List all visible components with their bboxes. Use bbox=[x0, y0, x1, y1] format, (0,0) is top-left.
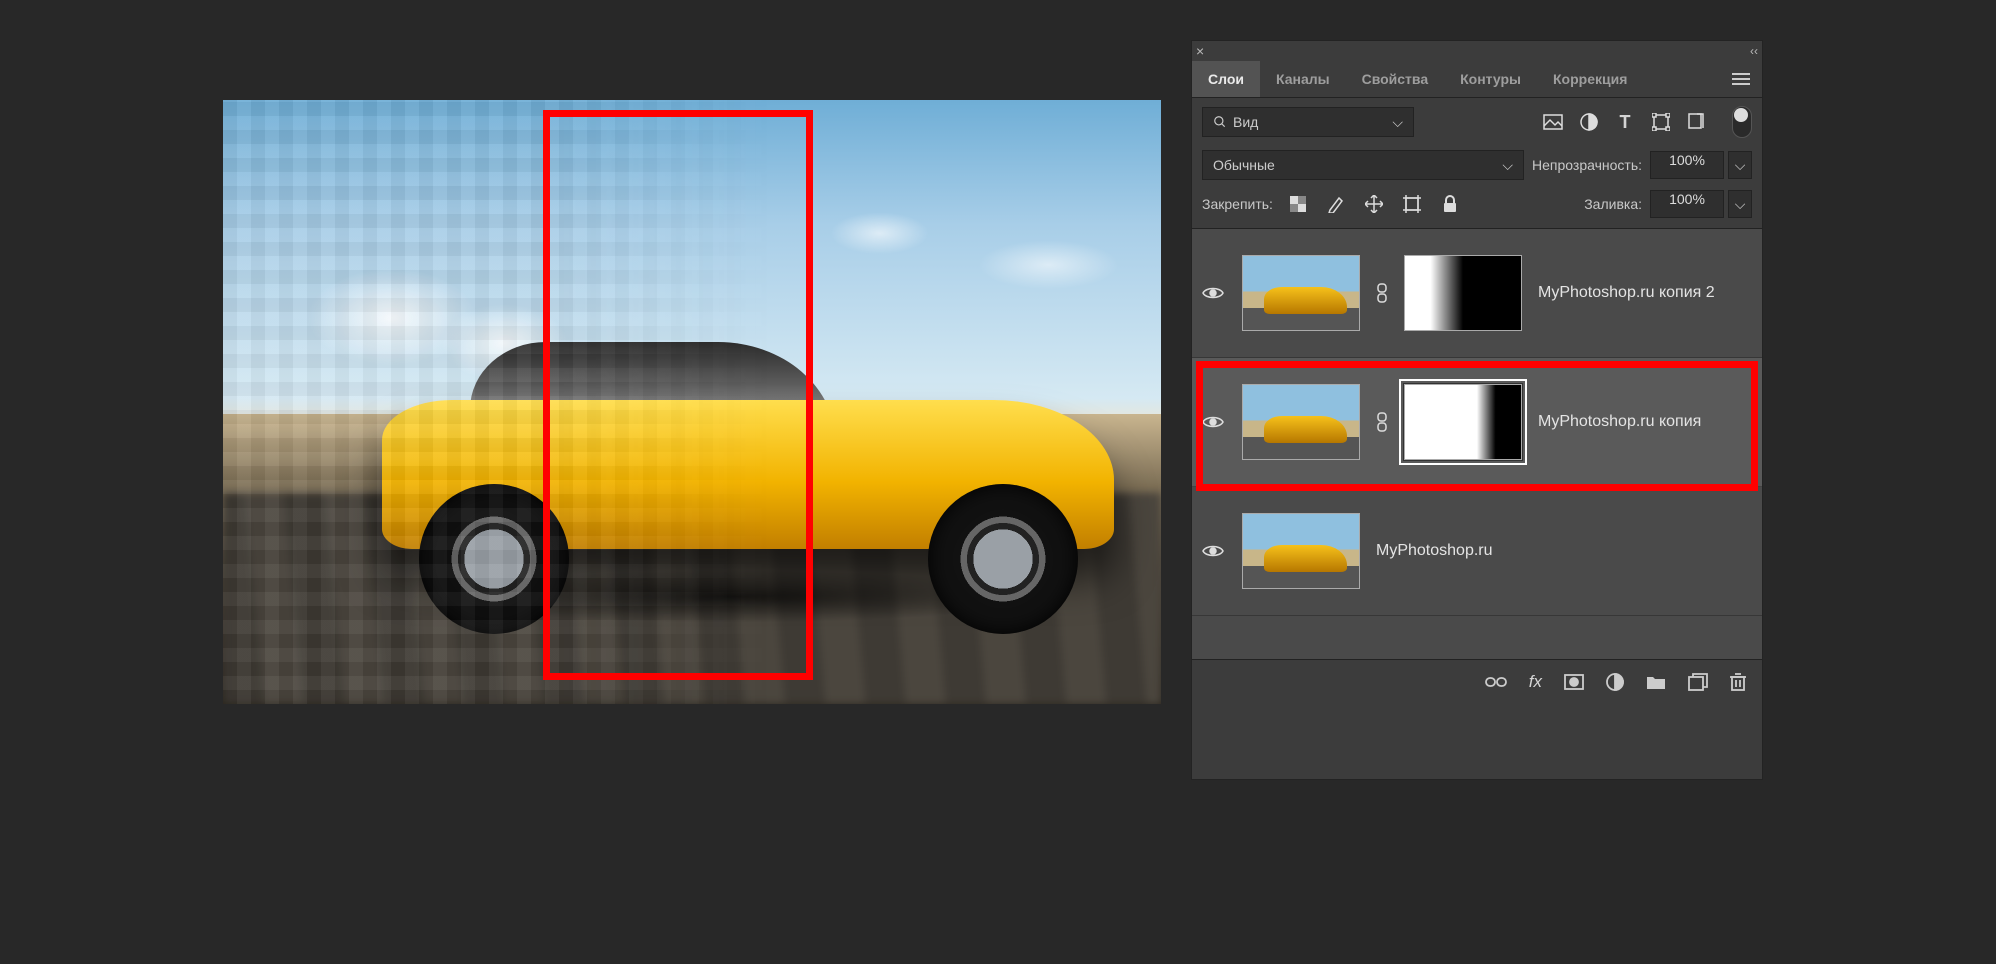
lock-all-icon[interactable] bbox=[1437, 192, 1463, 216]
layer-row[interactable]: MyPhotoshop.ru копия 2 bbox=[1192, 229, 1762, 358]
layer-thumbnail[interactable] bbox=[1242, 255, 1360, 331]
filter-smartobj-icon[interactable] bbox=[1684, 110, 1710, 134]
layer-row[interactable]: MyPhotoshop.ru bbox=[1192, 487, 1762, 616]
layer-kind-filter[interactable]: Вид ⌵ bbox=[1202, 107, 1414, 137]
layer-row[interactable]: MyPhotoshop.ru копия bbox=[1192, 358, 1762, 487]
new-adjustment-icon[interactable] bbox=[1606, 673, 1624, 691]
close-icon[interactable]: × bbox=[1196, 43, 1204, 59]
canvas-image[interactable] bbox=[223, 100, 1161, 704]
filter-type-icon[interactable]: T bbox=[1612, 110, 1638, 134]
filter-pixel-icon[interactable] bbox=[1540, 110, 1566, 134]
lock-position-icon[interactable] bbox=[1361, 192, 1387, 216]
lock-label: Закрепить: bbox=[1202, 196, 1273, 212]
fx-icon[interactable]: fx bbox=[1529, 672, 1542, 692]
add-mask-icon[interactable] bbox=[1564, 674, 1584, 690]
mask-link-icon[interactable] bbox=[1376, 283, 1388, 303]
lock-pixels-icon[interactable] bbox=[1323, 192, 1349, 216]
tab-layers[interactable]: Слои bbox=[1192, 61, 1260, 97]
opacity-dropdown[interactable]: ⌵ bbox=[1728, 151, 1752, 179]
chevron-down-icon: ⌵ bbox=[1502, 157, 1513, 174]
new-group-icon[interactable] bbox=[1646, 674, 1666, 690]
fill-input[interactable]: 100% bbox=[1650, 190, 1724, 218]
visibility-toggle[interactable] bbox=[1202, 543, 1226, 559]
layers-panel: × ‹‹ Слои Каналы Свойства Контуры Коррек… bbox=[1191, 40, 1763, 780]
tab-properties[interactable]: Свойства bbox=[1346, 61, 1445, 97]
lock-transparency-icon[interactable] bbox=[1285, 192, 1311, 216]
layers-list: MyPhotoshop.ru копия 2 MyPhotoshop.ru ко… bbox=[1192, 228, 1762, 659]
layer-thumbnail[interactable] bbox=[1242, 513, 1360, 589]
opacity-input[interactable]: 100% bbox=[1650, 151, 1724, 179]
mask-link-icon[interactable] bbox=[1376, 412, 1388, 432]
tab-paths[interactable]: Контуры bbox=[1444, 61, 1537, 97]
layer-name[interactable]: MyPhotoshop.ru копия bbox=[1538, 413, 1701, 431]
filter-toggle[interactable] bbox=[1732, 106, 1752, 138]
blend-mode-select[interactable]: Обычные ⌵ bbox=[1202, 150, 1524, 180]
fill-dropdown[interactable]: ⌵ bbox=[1728, 190, 1752, 218]
tab-adjustments[interactable]: Коррекция bbox=[1537, 61, 1643, 97]
blend-mode-value: Обычные bbox=[1213, 157, 1275, 173]
layer-name[interactable]: MyPhotoshop.ru bbox=[1376, 542, 1493, 560]
layers-bottom-bar: fx bbox=[1192, 659, 1762, 704]
layer-thumbnail[interactable] bbox=[1242, 384, 1360, 460]
visibility-toggle[interactable] bbox=[1202, 414, 1226, 430]
chevron-down-icon: ⌵ bbox=[1392, 114, 1403, 131]
filter-shape-icon[interactable] bbox=[1648, 110, 1674, 134]
layer-kind-label: Вид bbox=[1233, 114, 1258, 130]
opacity-label: Непрозрачность: bbox=[1532, 157, 1642, 173]
fill-label: Заливка: bbox=[1584, 196, 1642, 212]
panel-tabs: Слои Каналы Свойства Контуры Коррекция bbox=[1192, 61, 1762, 98]
collapse-icon[interactable]: ‹‹ bbox=[1750, 44, 1758, 58]
panel-menu-icon[interactable] bbox=[1728, 68, 1754, 90]
tab-channels[interactable]: Каналы bbox=[1260, 61, 1346, 97]
new-layer-icon[interactable] bbox=[1688, 673, 1708, 691]
layer-name[interactable]: MyPhotoshop.ru копия 2 bbox=[1538, 284, 1715, 302]
filter-adjustment-icon[interactable] bbox=[1576, 110, 1602, 134]
delete-layer-icon[interactable] bbox=[1730, 673, 1746, 691]
lock-artboard-icon[interactable] bbox=[1399, 192, 1425, 216]
search-icon bbox=[1213, 115, 1227, 129]
link-layers-icon[interactable] bbox=[1485, 675, 1507, 689]
layer-mask-thumbnail[interactable] bbox=[1404, 384, 1522, 460]
visibility-toggle[interactable] bbox=[1202, 285, 1226, 301]
layer-mask-thumbnail[interactable] bbox=[1404, 255, 1522, 331]
